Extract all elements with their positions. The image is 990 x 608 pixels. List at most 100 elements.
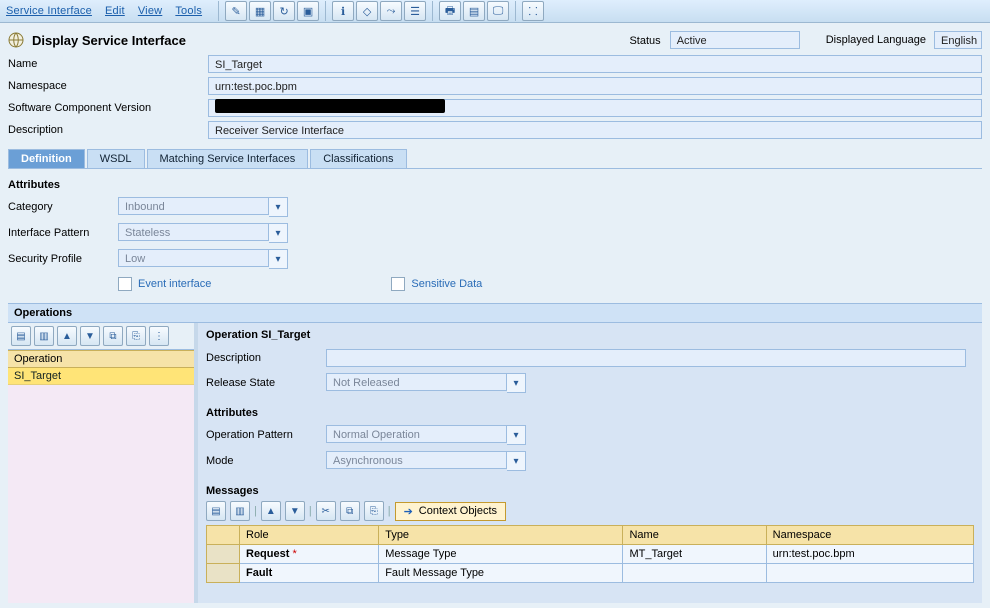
top-toolbar: Service Interface Edit View Tools ✎ ▦ ↻ … [0, 0, 990, 23]
toolbar-hierarchy-icon[interactable]: ⸬ [522, 1, 544, 21]
op-desc-label: Description [206, 352, 326, 364]
col-selector [207, 526, 240, 545]
operations-list-item-selected[interactable]: SI_Target [8, 368, 194, 385]
toolbar-book-icon[interactable]: ▤ [463, 1, 485, 21]
category-dropdown-icon[interactable]: ▾ [269, 197, 288, 217]
toolbar-refresh-icon[interactable]: ↻ [273, 1, 295, 21]
msg-up-icon[interactable]: ▲ [261, 501, 281, 521]
tab-matching[interactable]: Matching Service Interfaces [147, 149, 309, 168]
category-label: Category [8, 201, 118, 213]
row0-star: * [292, 548, 296, 560]
arrow-right-icon: ➔ [404, 505, 413, 518]
operations-list-body [8, 385, 194, 603]
globe-icon [8, 32, 24, 48]
menu-edit[interactable]: Edit [105, 5, 125, 17]
op-release-value: Not Released [326, 373, 507, 391]
operation-detail-title: Operation SI_Target [206, 329, 974, 341]
col-type: Type [379, 526, 623, 545]
op-paste-icon[interactable]: ⎘ [126, 326, 146, 346]
event-interface-label: Event interface [138, 278, 211, 290]
status-area: Status Active [629, 31, 799, 49]
op-up-icon[interactable]: ▲ [57, 326, 77, 346]
toolbar-info-icon[interactable]: ℹ [332, 1, 354, 21]
tab-classifications[interactable]: Classifications [310, 149, 406, 168]
table-row[interactable]: Fault Fault Message Type [207, 564, 974, 583]
scv-label: Software Component Version [8, 102, 208, 114]
operations-toolbar: ▤ ▥ ▲ ▼ ⧉ ⎘ ⋮ [8, 323, 194, 350]
row0-type: Message Type [379, 545, 623, 564]
status-label: Status [629, 35, 660, 47]
row-selector[interactable] [207, 564, 240, 583]
page-title: Display Service Interface [32, 33, 186, 48]
status-value: Active [670, 31, 800, 49]
op-delete-icon[interactable]: ▥ [34, 326, 54, 346]
sensitive-data-checkbox[interactable] [391, 277, 405, 291]
toolbar-object-icon[interactable]: ☰ [404, 1, 426, 21]
op-down-icon[interactable]: ▼ [80, 326, 100, 346]
op-new-icon[interactable]: ▤ [11, 326, 31, 346]
row1-namespace [766, 564, 973, 583]
name-label: Name [8, 58, 208, 70]
messages-toolbar: ▤ ▥ | ▲ ▼ | ✂ ⧉ ⎘ | ➔ Context Objects [206, 501, 974, 521]
op-mode-dropdown-icon[interactable]: ▾ [507, 451, 526, 471]
toolbar-save-icon[interactable]: ▣ [297, 1, 319, 21]
msg-paste-icon[interactable]: ⎘ [364, 501, 384, 521]
msg-cut-icon[interactable]: ✂ [316, 501, 336, 521]
scv-redacted [215, 99, 445, 113]
op-attr-title: Attributes [206, 407, 974, 419]
op-pattern-dropdown-icon[interactable]: ▾ [507, 425, 526, 445]
pattern-label: Interface Pattern [8, 227, 118, 239]
security-value: Low [118, 249, 269, 267]
row0-role: Request [246, 548, 289, 560]
menu-bar: Service Interface Edit View Tools [6, 5, 212, 17]
menu-tools[interactable]: Tools [175, 5, 202, 17]
menu-view[interactable]: View [138, 5, 162, 17]
row1-type: Fault Message Type [379, 564, 623, 583]
msg-down-icon[interactable]: ▼ [285, 501, 305, 521]
op-mode-value: Asynchronous [326, 451, 507, 469]
tab-definition[interactable]: Definition [8, 149, 85, 168]
context-objects-label: Context Objects [419, 505, 497, 517]
pattern-value: Stateless [118, 223, 269, 241]
operations-list-header: Operation [8, 350, 194, 368]
op-copy-icon[interactable]: ⧉ [103, 326, 123, 346]
op-detail-icon[interactable]: ⋮ [149, 326, 169, 346]
namespace-value: urn:test.poc.bpm [208, 77, 982, 95]
toolbar-where-used-icon[interactable]: ◇ [356, 1, 378, 21]
row-selector[interactable] [207, 545, 240, 564]
operation-detail-pane: Operation SI_Target Description Release … [198, 323, 982, 603]
row0-name: MT_Target [623, 545, 766, 564]
sensitive-data-label: Sensitive Data [411, 278, 482, 290]
row0-namespace: urn:test.poc.bpm [766, 545, 973, 564]
operations-left-pane: ▤ ▥ ▲ ▼ ⧉ ⎘ ⋮ Operation SI_Target [8, 323, 198, 603]
col-name: Name [623, 526, 766, 545]
table-row[interactable]: Request * Message Type MT_Target urn:tes… [207, 545, 974, 564]
toolbar-nav-icon[interactable]: ⤳ [380, 1, 402, 21]
toolbar-display-icon[interactable]: ▦ [249, 1, 271, 21]
col-namespace: Namespace [766, 526, 973, 545]
attributes-title: Attributes [8, 179, 982, 191]
event-interface-checkbox[interactable] [118, 277, 132, 291]
op-desc-value[interactable] [326, 349, 966, 367]
tab-wsdl[interactable]: WSDL [87, 149, 145, 168]
security-dropdown-icon[interactable]: ▾ [269, 249, 288, 269]
row1-name [623, 564, 766, 583]
msg-copy-icon[interactable]: ⧉ [340, 501, 360, 521]
op-pattern-value: Normal Operation [326, 425, 507, 443]
pattern-dropdown-icon[interactable]: ▾ [269, 223, 288, 243]
toolbar-print-icon[interactable]: 🖶 [439, 1, 461, 21]
msg-new-icon[interactable]: ▤ [206, 501, 226, 521]
messages-title: Messages [206, 485, 974, 497]
messages-table: Role Type Name Namespace Request * Messa… [206, 525, 974, 583]
toolbar-edit-icon[interactable]: ✎ [225, 1, 247, 21]
description-value: Receiver Service Interface [208, 121, 982, 139]
operations-title: Operations [8, 303, 982, 323]
context-objects-button[interactable]: ➔ Context Objects [395, 502, 506, 521]
op-release-dropdown-icon[interactable]: ▾ [507, 373, 526, 393]
msg-del-icon[interactable]: ▥ [230, 501, 250, 521]
menu-service-interface[interactable]: Service Interface [6, 5, 92, 17]
op-pattern-label: Operation Pattern [206, 429, 326, 441]
tab-strip: Definition WSDL Matching Service Interfa… [8, 149, 982, 169]
toolbar-monitor-icon[interactable]: 🖵 [487, 1, 509, 21]
op-mode-label: Mode [206, 455, 326, 467]
